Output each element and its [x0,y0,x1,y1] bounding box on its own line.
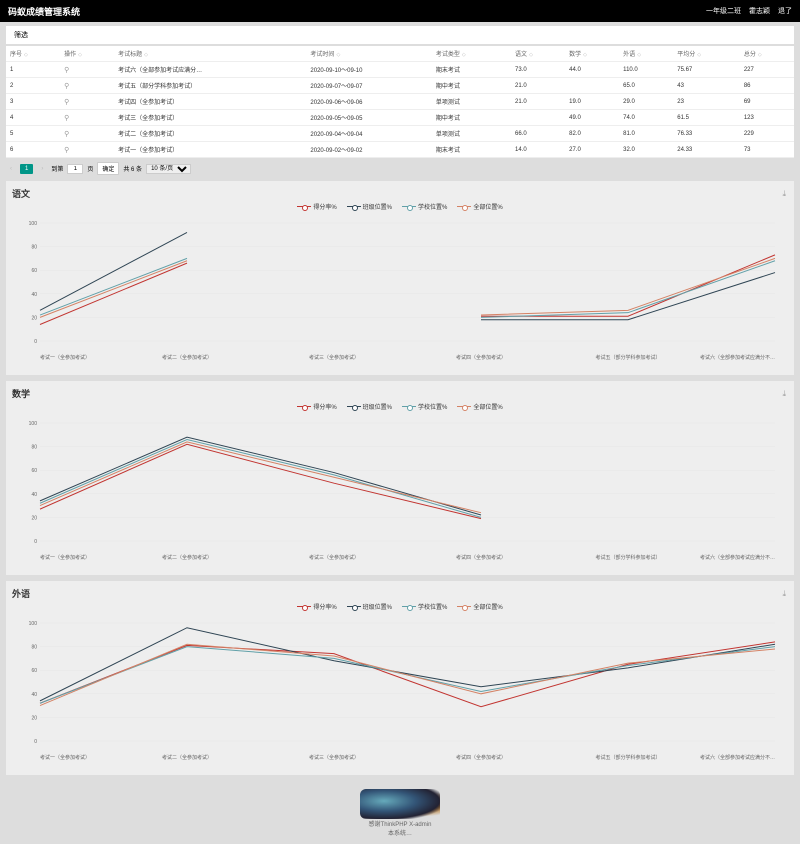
results-table: 序号◇操作◇考试标题◇考试时间◇考试类型◇语文◇数学◇外语◇平均分◇总分◇ 1⚲… [6,46,794,158]
chart-title: 数学 [12,387,788,400]
svg-text:考试六（全部参加考试应满分不…: 考试六（全部参加考试应满分不… [700,554,775,561]
table-row: 4⚲考试三（全参加考试）2020-09-05～09-05期中考试49.074.0… [6,110,794,126]
svg-text:考试六（全部参加考试应满分不…: 考试六（全部参加考试应满分不… [700,754,775,761]
download-icon[interactable]: ⤓ [782,189,786,199]
col-header[interactable]: 外语◇ [619,46,673,62]
svg-text:60: 60 [31,268,37,274]
chart-title: 外语 [12,587,788,600]
footer-credit: 感谢ThinkPHP X-admin [369,822,432,828]
col-header[interactable]: 考试类型◇ [432,46,511,62]
svg-text:考试三（全参加考试）: 考试三（全参加考试） [309,354,359,361]
svg-text:考试六（全部参加考试应满分不…: 考试六（全部参加考试应满分不… [700,354,775,361]
col-header[interactable]: 考试时间◇ [306,46,431,62]
col-header[interactable]: 平均分◇ [673,46,740,62]
svg-text:80: 80 [31,245,37,251]
table-row: 5⚲考试二（全参加考试）2020-09-04～09-04单项测试66.082.0… [6,126,794,142]
detail-icon[interactable]: ⚲ [64,131,69,138]
app-title: 码蚁成绩管理系统 [8,5,80,18]
table-row: 2⚲考试五（部分学科参加考试）2020-09-07～09-07期中考试21.06… [6,78,794,94]
svg-text:考试一（全参加考试）: 考试一（全参加考试） [40,554,90,561]
svg-text:考试二（全参加考试）: 考试二（全参加考试） [162,354,212,361]
chart-legend[interactable]: 得分率%班级位置%学校位置%全部位置% [12,602,788,611]
pager-prev[interactable]: ‹ [6,164,16,174]
svg-text:考试四（全参加考试）: 考试四（全参加考试） [456,354,506,361]
chart-title: 语文 [12,187,788,200]
svg-text:20: 20 [31,715,37,721]
col-header[interactable]: 操作◇ [60,46,114,62]
chart-svg: 0 20 40 60 80 100 考试一（全参加考试） 考试二（全参加考试） 考试三（全参加考… [12,213,788,363]
chart-block-外语: 外语 ⤓ 得分率%班级位置%学校位置%全部位置% 0 20 40 60 80 100 考试一… [6,581,794,775]
svg-text:0: 0 [34,739,37,745]
svg-text:考试一（全参加考试）: 考试一（全参加考试） [40,354,90,361]
pager-total: 共 6 条 [123,164,142,173]
svg-text:考试二（全参加考试）: 考试二（全参加考试） [162,554,212,561]
svg-text:60: 60 [31,668,37,674]
chart-svg: 0 20 40 60 80 100 考试一（全参加考试） 考试二（全参加考试） 考试三（全参加考… [12,413,788,563]
chart-legend[interactable]: 得分率%班级位置%学校位置%全部位置% [12,202,788,211]
table-row: 6⚲考试一（全参加考试）2020-09-02～09-02期末考试14.027.0… [6,142,794,158]
user-name[interactable]: 霍志颖 [749,6,770,16]
table-row: 3⚲考试四（全参加考试）2020-09-06～09-06单项测试21.019.0… [6,94,794,110]
footer-sys: 本系统… [388,831,412,837]
chart-block-语文: 语文 ⤓ 得分率%班级位置%学校位置%全部位置% 0 20 40 60 80 100 考试一… [6,181,794,375]
table-row: 1⚲考试六（全部参加考试应满分…2020-09-10～09-10期末考试73.0… [6,62,794,78]
col-header[interactable]: 语文◇ [511,46,565,62]
chart-block-数学: 数学 ⤓ 得分率%班级位置%学校位置%全部位置% 0 20 40 60 80 100 考试一… [6,381,794,575]
svg-text:20: 20 [31,515,37,521]
col-header[interactable]: 考试标题◇ [114,46,306,62]
svg-text:考试四（全参加考试）: 考试四（全参加考试） [456,554,506,561]
svg-text:40: 40 [31,492,37,498]
svg-text:考试二（全参加考试）: 考试二（全参加考试） [162,754,212,761]
footer-image [360,789,440,819]
filter-bar[interactable]: 筛选 [6,26,794,44]
svg-text:考试三（全参加考试）: 考试三（全参加考试） [309,554,359,561]
svg-text:0: 0 [34,539,37,545]
chart-svg: 0 20 40 60 80 100 考试一（全参加考试） 考试二（全参加考试） 考试三（全参加考… [12,613,788,763]
svg-text:100: 100 [29,421,38,427]
svg-text:考试五（部分学科参加考试）: 考试五（部分学科参加考试） [595,354,660,361]
svg-text:0: 0 [34,339,37,345]
download-icon[interactable]: ⤓ [782,389,786,399]
col-header[interactable]: 序号◇ [6,46,60,62]
topbar: 码蚁成绩管理系统 一年级二班 霍志颖 退了 [0,0,800,22]
pager-goto-prefix: 到第 [51,164,63,173]
detail-icon[interactable]: ⚲ [64,115,69,122]
pager-goto-suffix: 页 [87,164,93,173]
pager-size[interactable]: 10 条/页 [146,164,191,174]
filter-label: 筛选 [14,32,28,39]
footer: 感谢ThinkPHP X-admin 本系统… [0,783,800,843]
svg-text:40: 40 [31,292,37,298]
detail-icon[interactable]: ⚲ [64,67,69,74]
svg-text:60: 60 [31,468,37,474]
detail-icon[interactable]: ⚲ [64,147,69,154]
svg-text:40: 40 [31,692,37,698]
pager: ‹ 1 › 到第 页 确定 共 6 条 10 条/页 [6,162,794,175]
svg-text:考试五（部分学科参加考试）: 考试五（部分学科参加考试） [595,754,660,761]
pager-confirm[interactable]: 确定 [97,162,119,175]
svg-text:考试四（全参加考试）: 考试四（全参加考试） [456,754,506,761]
logout-link[interactable]: 退了 [778,6,792,16]
detail-icon[interactable]: ⚲ [64,99,69,106]
pager-current[interactable]: 1 [20,164,33,174]
svg-text:考试五（部分学科参加考试）: 考试五（部分学科参加考试） [595,554,660,561]
svg-text:20: 20 [31,315,37,321]
detail-icon[interactable]: ⚲ [64,83,69,90]
chart-legend[interactable]: 得分率%班级位置%学校位置%全部位置% [12,402,788,411]
download-icon[interactable]: ⤓ [782,589,786,599]
svg-text:80: 80 [31,645,37,651]
svg-text:80: 80 [31,445,37,451]
svg-text:考试三（全参加考试）: 考试三（全参加考试） [309,754,359,761]
col-header[interactable]: 总分◇ [740,46,794,62]
col-header[interactable]: 数学◇ [565,46,619,62]
pager-goto-input[interactable] [67,164,83,174]
svg-text:100: 100 [29,621,38,627]
svg-text:100: 100 [29,221,38,227]
svg-text:考试一（全参加考试）: 考试一（全参加考试） [40,754,90,761]
user-class[interactable]: 一年级二班 [706,6,741,16]
pager-next[interactable]: › [37,164,47,174]
